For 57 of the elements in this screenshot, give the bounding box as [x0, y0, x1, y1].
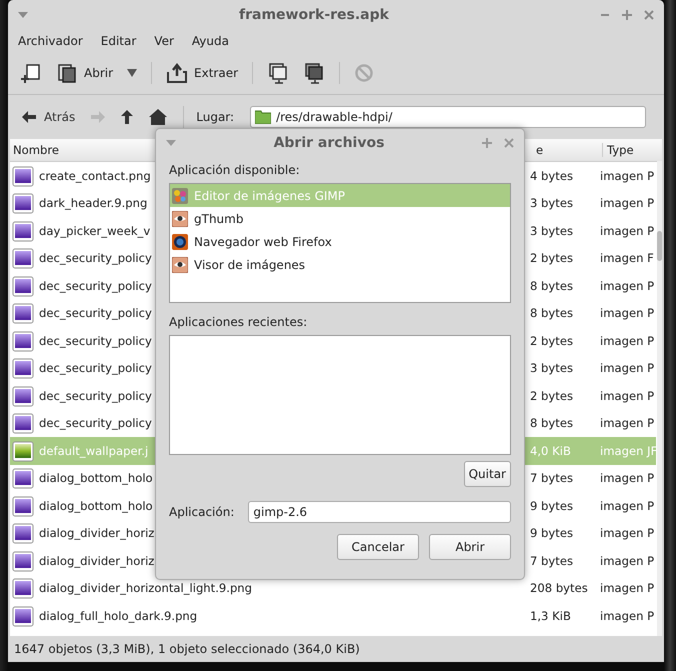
file-size: 3 bytes — [529, 222, 574, 240]
file-name: dialog_bottom_holo — [39, 471, 153, 486]
file-type: imagen P — [599, 415, 656, 432]
file-type: imagen JF — [596, 437, 656, 464]
file-type: imagen P — [599, 305, 656, 322]
file-size: 8 bytes — [529, 415, 574, 432]
file-name: dialog_bottom_holo — [39, 498, 153, 513]
file-type: imagen P — [599, 470, 656, 488]
file-type: imagen P — [599, 360, 656, 378]
file-name: dec_security_policy — [39, 278, 152, 293]
section-label: Aplicación disponible: — [169, 163, 301, 177]
file-type: imagen P — [599, 525, 656, 542]
file-type: imagen P — [599, 552, 656, 570]
dialog-title: Abrir archivos — [272, 135, 386, 151]
file-name: dec_security_policy — [39, 388, 152, 403]
file-name: dec_security_policy — [39, 306, 152, 320]
file-type: imagen P — [599, 195, 656, 212]
section-label: Aplicaciones recientes: — [169, 315, 308, 329]
file-type: imagen P — [599, 580, 656, 598]
file-name: day_picker_week_v — [39, 224, 150, 238]
file-type: imagen P — [599, 222, 656, 240]
application-label: Aplicación: — [169, 505, 234, 519]
file-size: 8 bytes — [529, 278, 574, 295]
file-name: dark_header.9.png — [39, 196, 148, 210]
file-type: imagen P — [599, 278, 656, 295]
file-name: default_wallpaper.j — [39, 444, 148, 458]
file-type: imagen P — [599, 168, 656, 185]
file-size: 2 bytes — [529, 332, 574, 350]
file-name: dialog_divider_horiz — [39, 554, 154, 568]
file-size: 4 bytes — [529, 168, 574, 185]
file-size: 2 bytes — [529, 250, 574, 268]
file-size: 8 bytes — [529, 305, 574, 322]
file-size: 2 bytes — [529, 388, 574, 405]
file-name: dec_security_policy — [39, 361, 152, 376]
file-type: imagen P — [599, 608, 656, 625]
file-name: dialog_full_holo_dark.9.png — [39, 608, 198, 623]
file-size: 9 bytes — [529, 525, 574, 542]
file-type: imagen P — [599, 388, 656, 405]
file-name: dec_security_policy — [39, 416, 152, 430]
file-size: 3 bytes — [529, 360, 574, 378]
status-text: 1647 objetos (3,3 MiB), 1 objeto seleccionado (364,0 KiB) — [14, 642, 360, 656]
file-type: imagen P — [599, 498, 656, 515]
file-name: dialog_divider_horizontal_light.9.png — [39, 581, 252, 596]
file-type: imagen P — [599, 332, 656, 350]
location-label: Lugar: — [196, 110, 234, 124]
file-size: 1,3 KiB — [529, 608, 572, 625]
file-name: dec_security_policy — [39, 334, 152, 348]
file-name: dec_security_policy — [39, 251, 152, 266]
file-size: 3 bytes — [529, 195, 574, 212]
window-title: framework-res.apk — [238, 7, 390, 23]
file-size: 208 bytes — [529, 580, 589, 598]
file-name: dialog_divider_horiz — [39, 526, 154, 540]
file-size: 9 bytes — [529, 498, 574, 515]
file-size: 7 bytes — [529, 470, 574, 488]
file-type: imagen F — [599, 250, 655, 268]
file-size: 7 bytes — [529, 552, 574, 570]
file-name: create_contact.png — [39, 168, 151, 183]
